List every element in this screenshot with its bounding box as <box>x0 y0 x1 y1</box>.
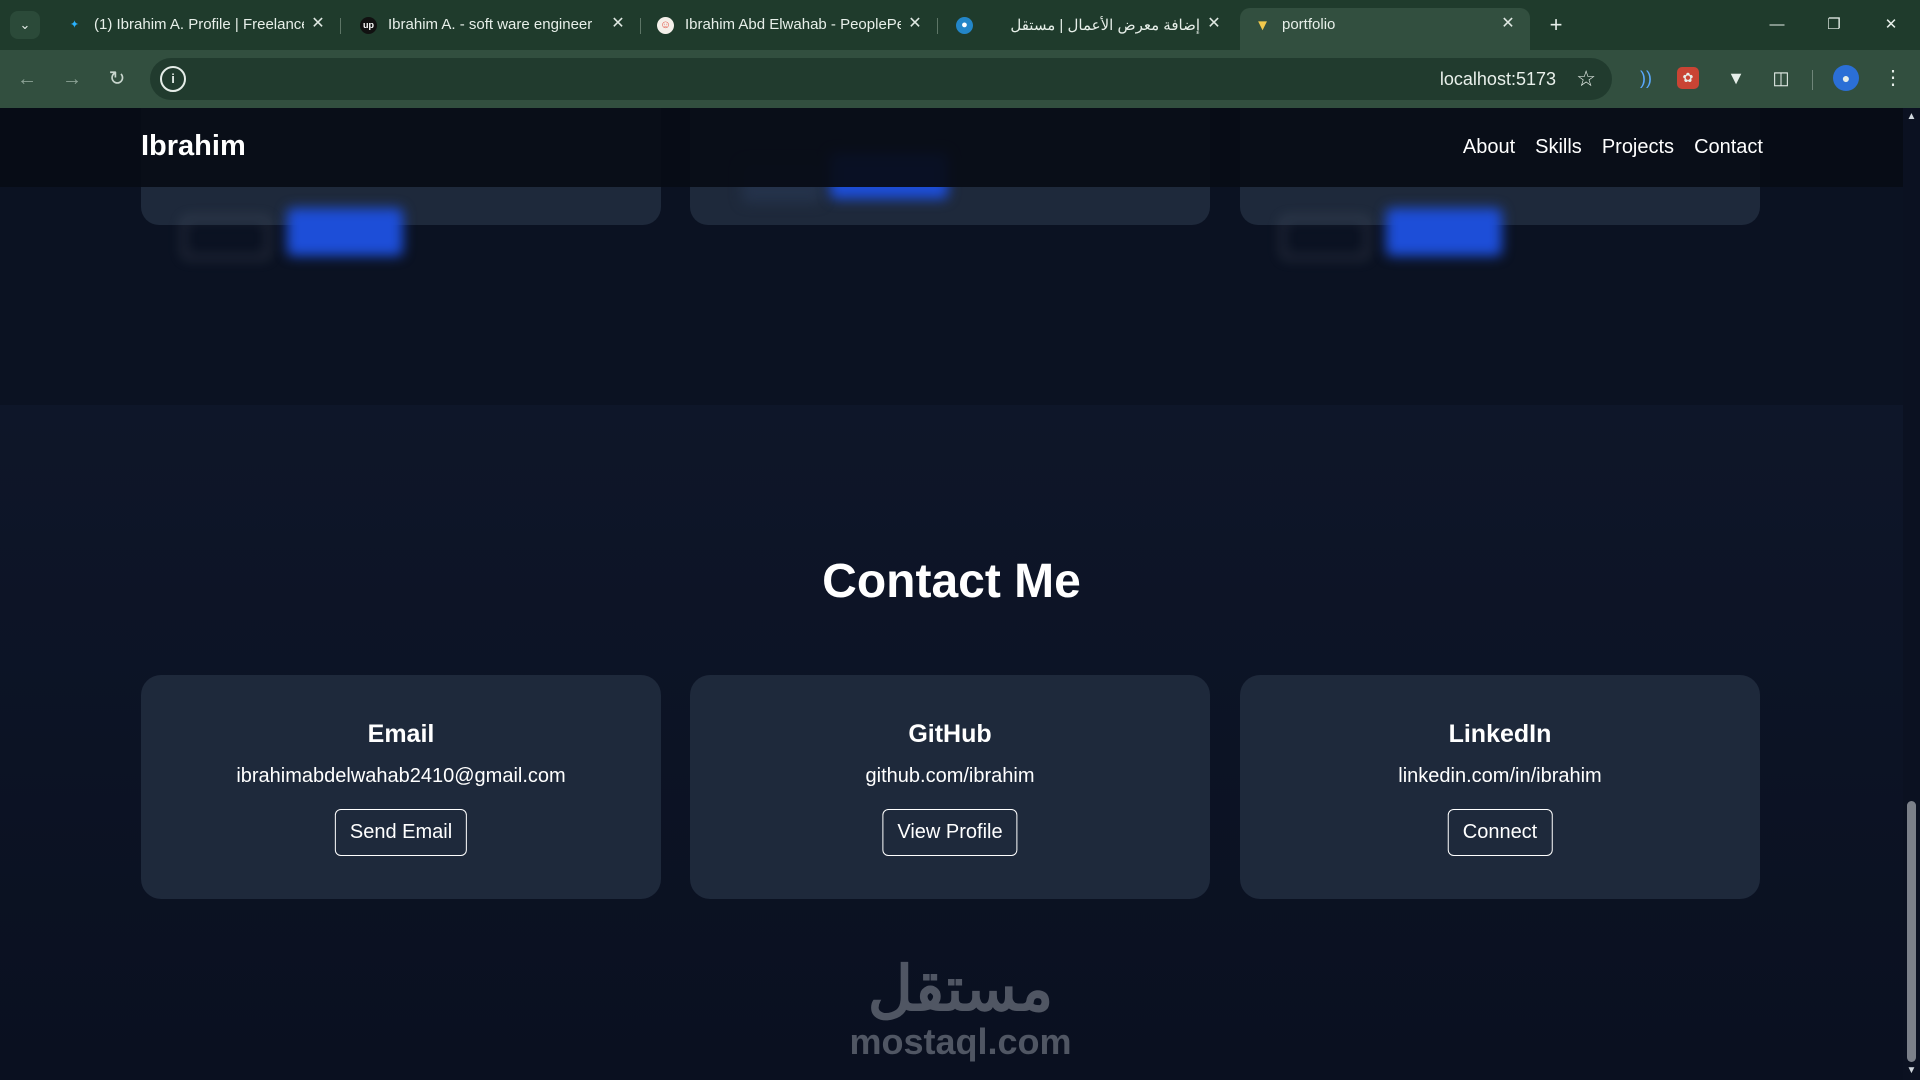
tab-title: portfolio <box>1282 16 1336 33</box>
tab-title: إضافة معرض الأعمال | مستقل <box>1010 17 1200 34</box>
close-tab-icon[interactable]: ✕ <box>1204 14 1224 34</box>
contact-card-linkedin: LinkedIn linkedin.com/in/ibrahim Connect <box>1240 675 1760 899</box>
contact-card-heading: LinkedIn <box>1448 720 1552 748</box>
read-aloud-icon[interactable]: )) <box>1632 64 1660 92</box>
profile-avatar-icon[interactable]: ● <box>1833 65 1859 91</box>
reload-icon[interactable]: ↻ <box>102 64 132 94</box>
vite-icon: ▼ <box>1255 17 1270 34</box>
nav-link-contact[interactable]: Contact <box>1694 136 1763 159</box>
contact-title: Contact Me <box>822 555 1081 608</box>
project-card-button[interactable] <box>1282 218 1368 258</box>
watermark-latin: mostaql.com <box>849 1021 1072 1062</box>
address-bar[interactable]: i localhost:5173 ☆ <box>150 58 1612 100</box>
contact-card-heading: GitHub <box>908 720 992 748</box>
nav-links: About Skills Projects Contact <box>1463 136 1763 159</box>
contact-card-email: Email ibrahimabdelwahab2410@gmail.com Se… <box>141 675 661 899</box>
tab-title: Ibrahim A. - soft ware engineer <box>388 16 593 33</box>
browser-tab-upwork[interactable]: up Ibrahim A. - soft ware engineer ✕ <box>346 8 641 42</box>
vpn-extension-icon[interactable]: ▼ <box>1722 64 1750 92</box>
restore-window-icon[interactable]: ❐ <box>1814 10 1854 40</box>
scrollbar-thumb[interactable] <box>1907 801 1916 1062</box>
mostaql-icon: ● <box>956 17 973 34</box>
project-card-button[interactable] <box>183 218 269 258</box>
contact-card-github: GitHub github.com/ibrahim View Profile <box>690 675 1210 899</box>
extensions-puzzle-icon[interactable]: ◫ <box>1767 64 1795 92</box>
url-text[interactable]: localhost:5173 <box>1440 69 1556 90</box>
page-viewport: Ibrahim About Skills Projects Contact Co… <box>0 108 1903 1080</box>
back-icon[interactable]: ← <box>12 64 42 94</box>
close-window-icon[interactable]: ✕ <box>1871 10 1911 40</box>
extension-icon[interactable]: ✿ <box>1677 67 1699 89</box>
contact-section: Contact Me Email ibrahimabdelwahab2410@g… <box>0 405 1903 1080</box>
browser-tab-mostaql[interactable]: ● إضافة معرض الأعمال | مستقل ✕ <box>942 8 1236 42</box>
send-email-button[interactable]: Send Email <box>334 809 468 856</box>
tab-separator <box>640 18 641 34</box>
bookmark-star-icon[interactable]: ☆ <box>1576 66 1596 92</box>
nav-link-about[interactable]: About <box>1463 136 1515 159</box>
close-tab-icon[interactable]: ✕ <box>308 14 328 34</box>
project-card-button[interactable] <box>1386 208 1502 256</box>
contact-card-heading: Email <box>367 720 435 748</box>
view-profile-button[interactable]: View Profile <box>882 809 1018 856</box>
browser-tab-portfolio[interactable]: ▼ portfolio ✕ <box>1240 8 1530 50</box>
contact-card-value: github.com/ibrahim <box>865 765 1035 787</box>
freelancer-icon: ✦ <box>69 19 80 31</box>
watermark-arabic: مستقل <box>867 955 1054 1024</box>
forward-icon[interactable]: → <box>57 64 87 94</box>
upwork-icon: up <box>360 17 377 34</box>
browser-menu-icon[interactable]: ⋮ <box>1879 64 1907 92</box>
scroll-down-arrow-icon[interactable]: ▼ <box>1906 1066 1917 1076</box>
site-brand[interactable]: Ibrahim <box>141 130 246 163</box>
tab-separator <box>340 18 341 34</box>
tab-search-dropdown-icon[interactable]: ⌄ <box>10 11 40 39</box>
browser-tab-bar: ⌄ ✦ (1) Ibrahim A. Profile | Freelancer … <box>0 0 1920 50</box>
browser-tab-freelancer[interactable]: ✦ (1) Ibrahim A. Profile | Freelancer ✕ <box>52 8 341 42</box>
tab-title: (1) Ibrahim A. Profile | Freelancer <box>94 16 304 33</box>
site-navbar: Ibrahim About Skills Projects Contact <box>0 108 1903 187</box>
nav-link-projects[interactable]: Projects <box>1602 136 1674 159</box>
contact-card-value: linkedin.com/in/ibrahim <box>1398 765 1602 787</box>
close-tab-icon[interactable]: ✕ <box>608 14 628 34</box>
browser-tab-peopleperhour[interactable]: ☺ Ibrahim Abd Elwahab - PeoplePerHour ✕ <box>643 8 938 42</box>
site-info-icon[interactable]: i <box>160 66 186 92</box>
tab-title: Ibrahim Abd Elwahab - PeoplePerHour <box>685 16 901 33</box>
toolbar-separator <box>1812 70 1813 90</box>
scroll-up-arrow-icon[interactable]: ▲ <box>1906 112 1917 122</box>
tab-separator <box>937 18 938 34</box>
peopleperhour-icon: ☺ <box>657 17 674 34</box>
browser-toolbar: ← → ↻ i localhost:5173 ☆ )) ✿ ▼ ◫ ● ⋮ <box>0 50 1920 108</box>
minimize-icon[interactable]: — <box>1757 10 1797 40</box>
connect-button[interactable]: Connect <box>1447 809 1553 856</box>
mostaql-watermark-logo: مستقل mostaql.com <box>843 957 1078 1061</box>
nav-link-skills[interactable]: Skills <box>1535 136 1582 159</box>
project-card-button[interactable] <box>287 208 403 256</box>
close-tab-icon[interactable]: ✕ <box>905 14 925 34</box>
page-scrollbar[interactable]: ▲ ▼ <box>1903 108 1920 1080</box>
new-tab-icon[interactable]: + <box>1543 12 1569 38</box>
contact-card-value: ibrahimabdelwahab2410@gmail.com <box>236 765 566 787</box>
close-tab-icon[interactable]: ✕ <box>1498 14 1518 34</box>
